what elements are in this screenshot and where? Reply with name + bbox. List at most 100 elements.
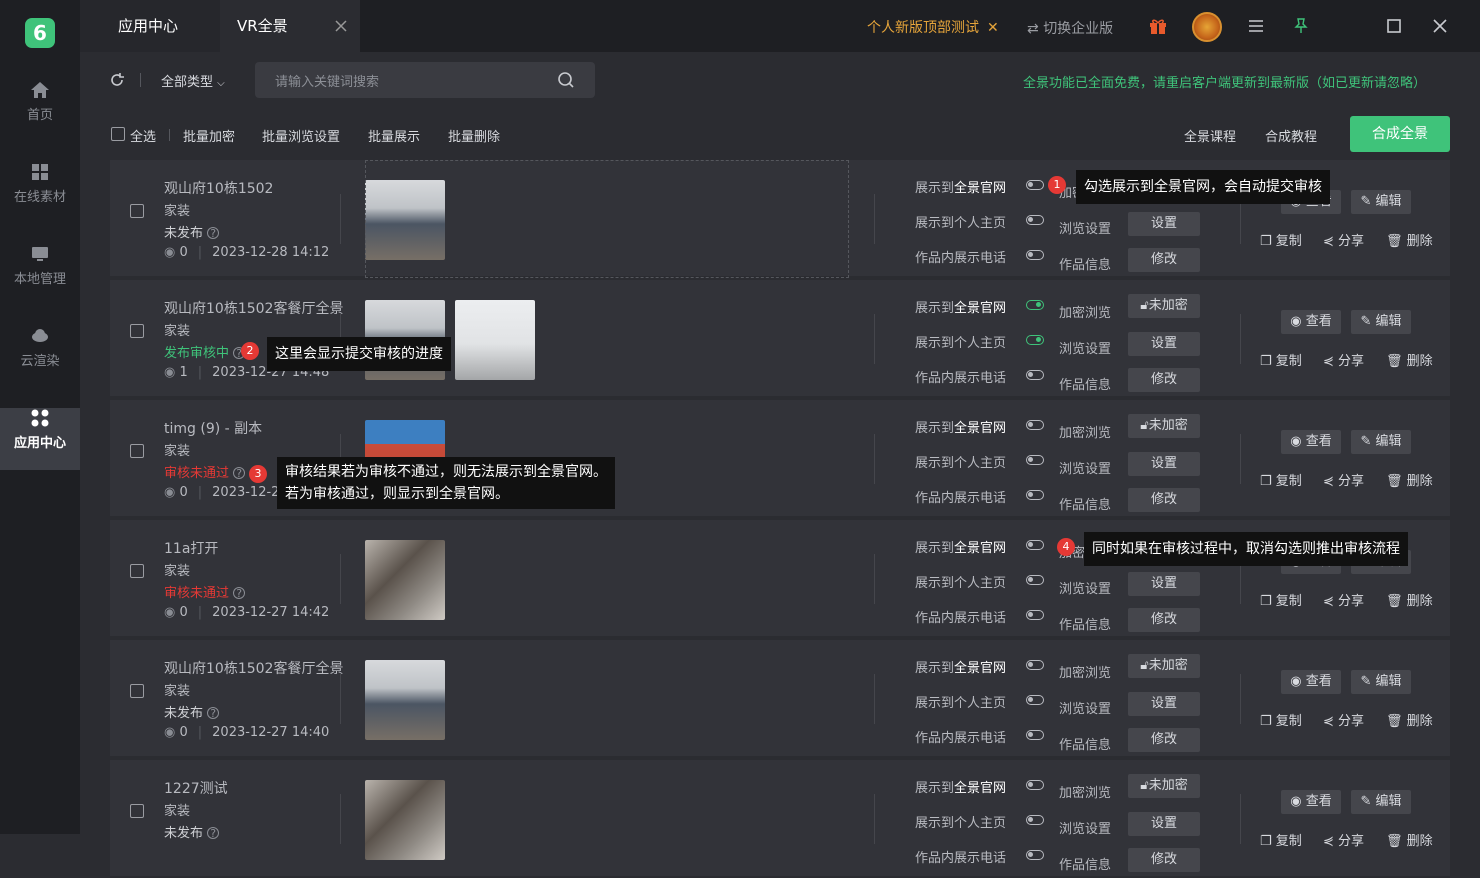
encrypt-button[interactable]: 🔓︎未加密 xyxy=(1128,774,1200,798)
row-checkbox[interactable] xyxy=(130,204,144,218)
delete-button[interactable]: 🗑︎ 删除 xyxy=(1386,590,1433,609)
bulk-display-button[interactable]: 批量展示 xyxy=(368,126,420,145)
avatar[interactable] xyxy=(1192,12,1222,42)
display-toggle[interactable] xyxy=(1026,540,1044,550)
copy-button[interactable]: ❐ 复制 xyxy=(1260,710,1302,729)
type-filter-dropdown[interactable]: 全部类型 ⌵ xyxy=(161,71,225,90)
setting-button[interactable]: 修改 xyxy=(1128,248,1200,272)
display-toggle[interactable] xyxy=(1026,730,1044,740)
display-toggle[interactable] xyxy=(1026,815,1044,825)
display-toggle[interactable] xyxy=(1026,490,1044,500)
select-all-label[interactable]: 全选 xyxy=(130,126,156,145)
help-icon[interactable]: ? xyxy=(207,707,220,719)
row-checkbox[interactable] xyxy=(130,324,144,338)
encrypt-button[interactable]: 🔓︎未加密 xyxy=(1128,654,1200,678)
sidebar-item-appcenter[interactable]: 应用中心 xyxy=(0,408,80,470)
view-button[interactable]: ◉ 查看 xyxy=(1281,430,1341,454)
edit-button[interactable]: ✎ 编辑 xyxy=(1351,190,1411,214)
help-icon[interactable]: ? xyxy=(233,587,246,599)
edit-button[interactable]: ✎ 编辑 xyxy=(1351,670,1411,694)
row-checkbox[interactable] xyxy=(130,444,144,458)
setting-button[interactable]: 修改 xyxy=(1128,488,1200,512)
display-toggle[interactable] xyxy=(1026,335,1044,345)
copy-button[interactable]: ❐ 复制 xyxy=(1260,230,1302,249)
display-toggle[interactable] xyxy=(1026,575,1044,585)
setting-button[interactable]: 修改 xyxy=(1128,368,1200,392)
share-button[interactable]: ⋞ 分享 xyxy=(1323,590,1364,609)
display-toggle[interactable] xyxy=(1026,420,1044,430)
view-button[interactable]: ◉ 查看 xyxy=(1281,310,1341,334)
share-button[interactable]: ⋞ 分享 xyxy=(1323,470,1364,489)
display-toggle[interactable] xyxy=(1026,695,1044,705)
sidebar-item-local[interactable]: 本地管理 xyxy=(0,244,80,306)
setting-button[interactable]: 设置 xyxy=(1128,212,1200,236)
select-all-checkbox[interactable] xyxy=(111,127,125,141)
display-toggle[interactable] xyxy=(1026,215,1044,225)
setting-button[interactable]: 设置 xyxy=(1128,452,1200,476)
delete-button[interactable]: 🗑︎ 删除 xyxy=(1386,470,1433,489)
sidebar-item-materials[interactable]: 在线素材 xyxy=(0,162,80,224)
bulk-encrypt-button[interactable]: 批量加密 xyxy=(183,126,235,145)
panorama-thumbnail[interactable] xyxy=(455,300,535,380)
gift-icon[interactable] xyxy=(1148,16,1168,36)
edit-button[interactable]: ✎ 编辑 xyxy=(1351,790,1411,814)
course-link[interactable]: 全景课程 xyxy=(1184,126,1236,145)
close-window-icon[interactable] xyxy=(1430,16,1450,36)
close-tab-icon[interactable] xyxy=(332,17,350,35)
refresh-icon[interactable] xyxy=(108,71,126,93)
search-input[interactable]: 请输入关键词搜索 xyxy=(255,62,595,98)
edit-button[interactable]: ✎ 编辑 xyxy=(1351,430,1411,454)
switch-enterprise-button[interactable]: ⇄ 切换企业版 xyxy=(1027,18,1113,38)
row-checkbox[interactable] xyxy=(130,684,144,698)
display-toggle[interactable] xyxy=(1026,180,1044,190)
delete-button[interactable]: 🗑︎ 删除 xyxy=(1386,230,1433,249)
promo-link[interactable]: 个人新版顶部测试 ✕ xyxy=(867,17,999,37)
share-button[interactable]: ⋞ 分享 xyxy=(1323,230,1364,249)
bulk-delete-button[interactable]: 批量删除 xyxy=(448,126,500,145)
display-toggle[interactable] xyxy=(1026,660,1044,670)
share-button[interactable]: ⋞ 分享 xyxy=(1323,350,1364,369)
copy-button[interactable]: ❐ 复制 xyxy=(1260,350,1302,369)
share-button[interactable]: ⋞ 分享 xyxy=(1323,710,1364,729)
encrypt-button[interactable]: 🔓︎未加密 xyxy=(1128,294,1200,318)
compose-panorama-button[interactable]: 合成全景 xyxy=(1350,116,1450,152)
delete-button[interactable]: 🗑︎ 删除 xyxy=(1386,830,1433,849)
row-checkbox[interactable] xyxy=(130,564,144,578)
pin-icon[interactable] xyxy=(1291,16,1311,36)
display-toggle[interactable] xyxy=(1026,455,1044,465)
setting-button[interactable]: 设置 xyxy=(1128,812,1200,836)
help-icon[interactable]: ? xyxy=(207,227,220,239)
display-toggle[interactable] xyxy=(1026,850,1044,860)
edit-button[interactable]: ✎ 编辑 xyxy=(1351,310,1411,334)
encrypt-button[interactable]: 🔓︎未加密 xyxy=(1128,414,1200,438)
setting-button[interactable]: 设置 xyxy=(1128,572,1200,596)
tab-app-center[interactable]: 应用中心 xyxy=(80,0,220,52)
row-checkbox[interactable] xyxy=(130,804,144,818)
setting-button[interactable]: 设置 xyxy=(1128,332,1200,356)
copy-button[interactable]: ❐ 复制 xyxy=(1260,470,1302,489)
setting-button[interactable]: 修改 xyxy=(1128,848,1200,872)
maximize-icon[interactable] xyxy=(1384,16,1404,36)
panorama-thumbnail[interactable] xyxy=(365,780,445,860)
display-toggle[interactable] xyxy=(1026,780,1044,790)
delete-button[interactable]: 🗑︎ 删除 xyxy=(1386,350,1433,369)
setting-button[interactable]: 设置 xyxy=(1128,692,1200,716)
copy-button[interactable]: ❐ 复制 xyxy=(1260,590,1302,609)
setting-button[interactable]: 修改 xyxy=(1128,608,1200,632)
view-button[interactable]: ◉ 查看 xyxy=(1281,670,1341,694)
menu-icon[interactable] xyxy=(1246,16,1266,36)
bulk-browse-button[interactable]: 批量浏览设置 xyxy=(262,126,340,145)
share-button[interactable]: ⋞ 分享 xyxy=(1323,830,1364,849)
sidebar-item-cloud[interactable]: 云渲染 xyxy=(0,326,80,388)
view-button[interactable]: ◉ 查看 xyxy=(1281,790,1341,814)
panorama-thumbnail[interactable] xyxy=(365,540,445,620)
display-toggle[interactable] xyxy=(1026,300,1044,310)
search-icon[interactable] xyxy=(557,71,575,89)
copy-button[interactable]: ❐ 复制 xyxy=(1260,830,1302,849)
setting-button[interactable]: 修改 xyxy=(1128,728,1200,752)
panorama-thumbnail[interactable] xyxy=(365,660,445,740)
help-icon[interactable]: ? xyxy=(233,467,246,479)
help-icon[interactable]: ? xyxy=(207,827,220,839)
display-toggle[interactable] xyxy=(1026,250,1044,260)
close-promo-icon[interactable]: ✕ xyxy=(987,20,999,36)
